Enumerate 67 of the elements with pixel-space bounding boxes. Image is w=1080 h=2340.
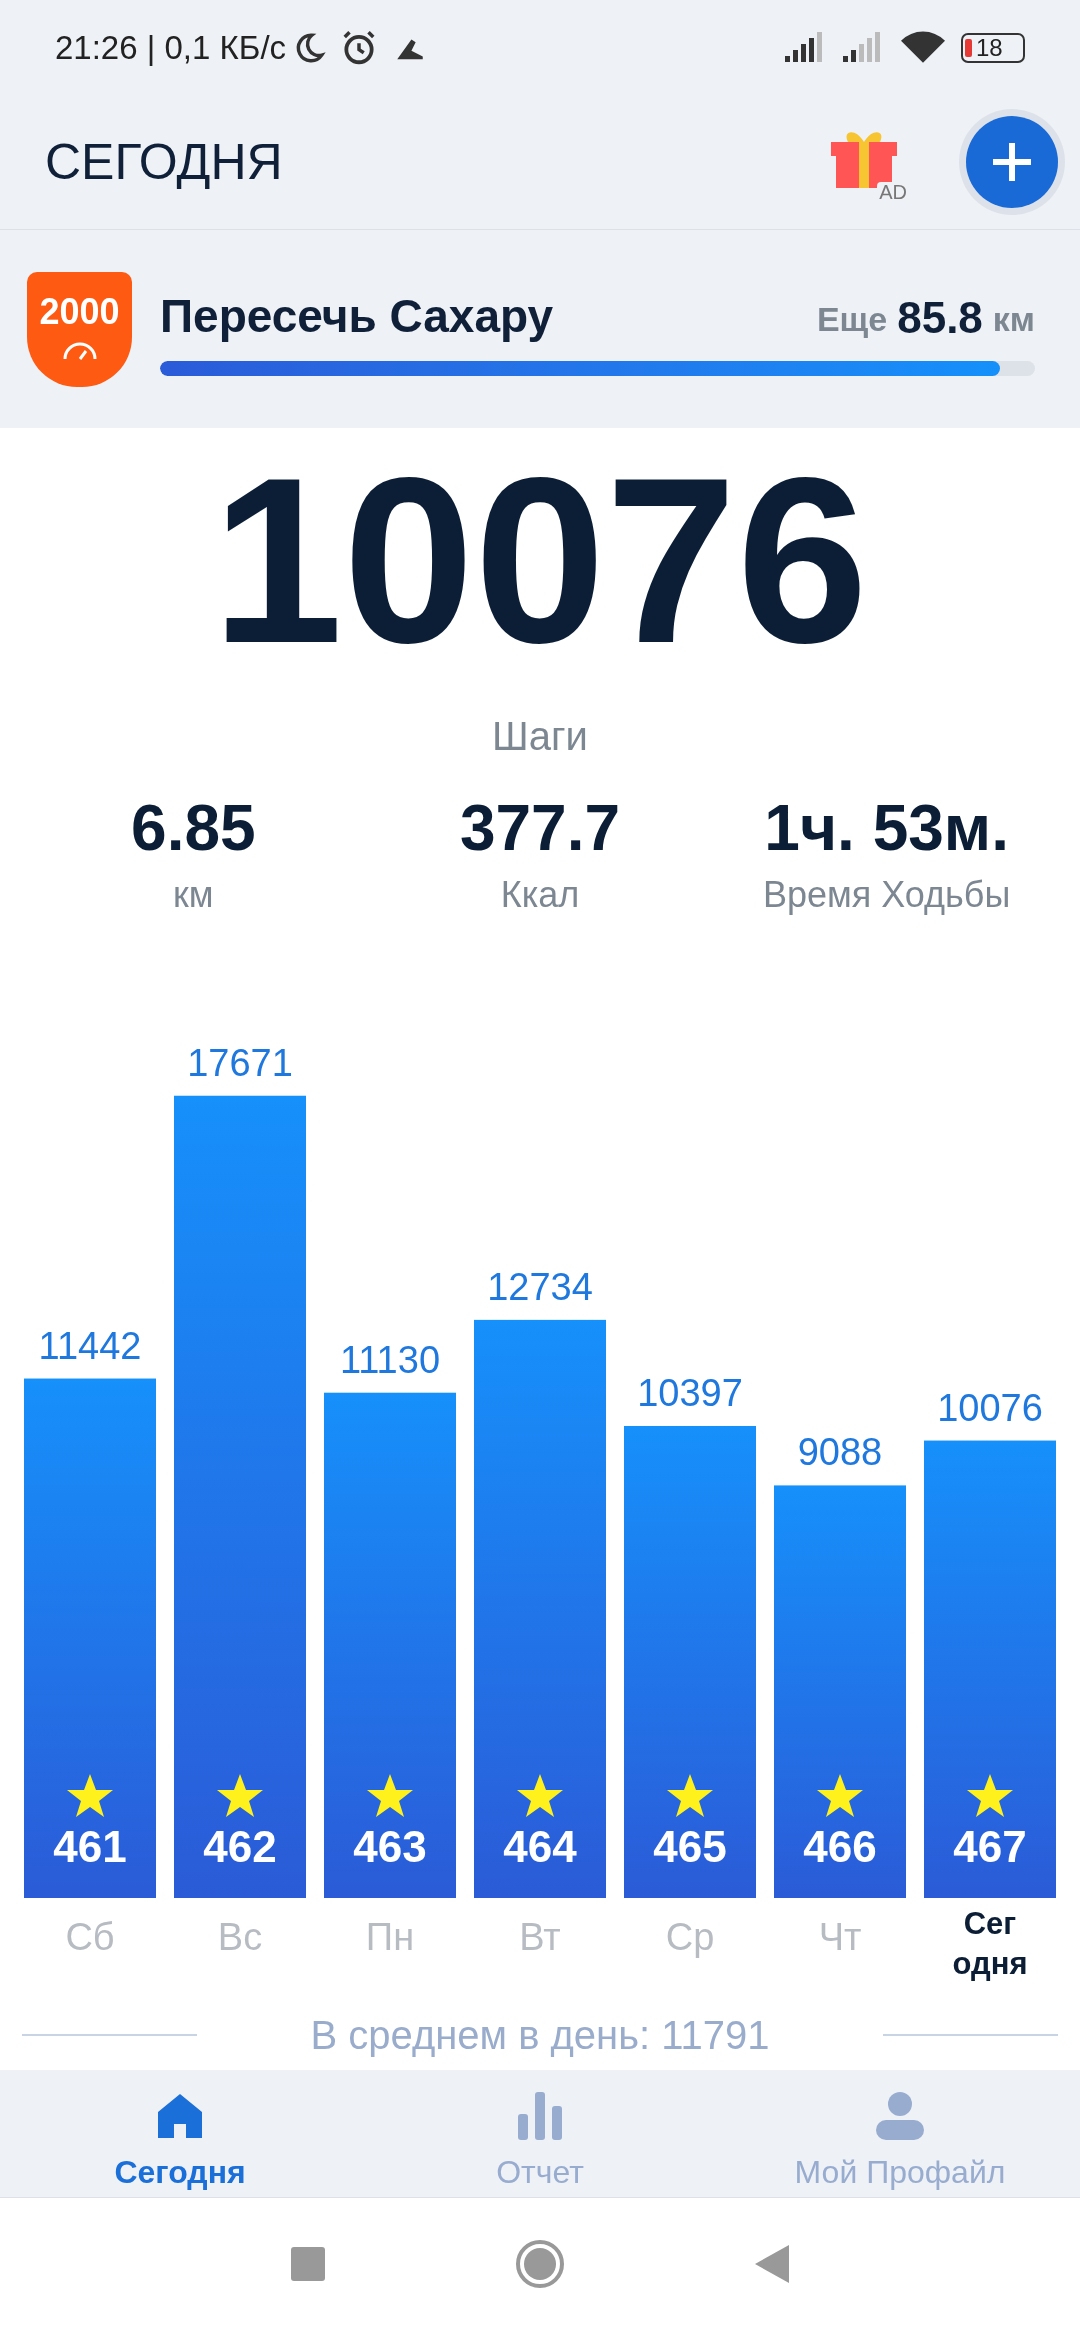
battery-low-fill xyxy=(965,38,972,57)
home-button[interactable] xyxy=(515,2239,565,2289)
star-icon xyxy=(667,1774,713,1817)
stat-value: 1ч. 53м. xyxy=(764,791,1009,866)
remaining-label: Еще xyxy=(816,299,888,340)
stat-value: 6.85 xyxy=(131,791,256,866)
stat-value: 377.7 xyxy=(459,791,621,866)
star-icon xyxy=(517,1774,563,1817)
nav-tab[interactable]: Сегодня xyxy=(0,2070,360,2197)
chart-bar[interactable] xyxy=(624,1426,756,1898)
gauge-icon xyxy=(61,341,98,360)
bar-value-label: 10397 xyxy=(637,1372,743,1414)
ad-label: AD xyxy=(877,182,909,202)
nav-tab[interactable]: Отчет xyxy=(360,2070,720,2197)
bar-value-label: 11130 xyxy=(340,1338,440,1381)
step-count: 10076 xyxy=(211,442,869,678)
star-icon xyxy=(67,1774,113,1817)
plus-icon xyxy=(991,141,1033,183)
wifi-icon xyxy=(901,30,945,65)
stat-label: км xyxy=(173,873,214,917)
day-label: Вс xyxy=(217,1916,263,1958)
challenge-card[interactable]: 2000 Пересечь Сахару Еще 85.8 км xyxy=(0,230,1080,428)
bar-badge-number: 462 xyxy=(203,1822,277,1871)
day-label: Вт xyxy=(519,1916,561,1958)
chart-bar[interactable] xyxy=(24,1378,156,1898)
bar-badge-number: 467 xyxy=(953,1822,1027,1871)
day-label: Пн xyxy=(365,1916,415,1958)
day-label: Ср xyxy=(665,1916,715,1958)
daily-average: В среднем в день: 11791 xyxy=(309,2012,771,2059)
page-title: СЕГОДНЯ xyxy=(45,132,283,192)
steps-label: Шаги xyxy=(492,713,588,760)
chart-bar[interactable] xyxy=(774,1485,906,1898)
bar-badge-number: 463 xyxy=(353,1822,427,1871)
chart-bar[interactable] xyxy=(324,1392,456,1898)
bar-badge-number: 465 xyxy=(653,1822,727,1871)
bar-value-label: 17671 xyxy=(187,1041,293,1084)
person-icon xyxy=(875,2092,925,2140)
chart-bar[interactable] xyxy=(924,1440,1056,1898)
star-icon xyxy=(817,1774,863,1817)
star-icon xyxy=(217,1774,263,1817)
bar-value-label: 11442 xyxy=(38,1324,142,1367)
star-icon xyxy=(367,1774,413,1817)
bar-badge-number: 464 xyxy=(503,1822,577,1871)
bar-value-label: 10076 xyxy=(937,1386,1043,1429)
day-label: Сб xyxy=(65,1916,115,1958)
stat-label: Ккал xyxy=(500,873,580,917)
home-icon xyxy=(156,2092,204,2140)
add-button[interactable] xyxy=(966,116,1058,208)
remaining-unit: км xyxy=(992,299,1035,340)
back-button[interactable] xyxy=(755,2245,789,2283)
gift-ad-button[interactable]: AD xyxy=(829,122,909,202)
bar-badge-number: 461 xyxy=(53,1822,127,1871)
bar-value-label: 12734 xyxy=(487,1265,593,1308)
day-label: Чт xyxy=(818,1916,862,1958)
challenge-title: Пересечь Сахару xyxy=(160,289,554,344)
bar-badge-number: 466 xyxy=(803,1822,877,1871)
chart-bar[interactable] xyxy=(474,1319,606,1898)
bar-value-label: 9088 xyxy=(797,1431,883,1474)
battery-level: 18 xyxy=(976,35,1003,60)
star-icon xyxy=(967,1774,1013,1817)
remaining-distance: 85.8 xyxy=(897,292,983,344)
nav-tab[interactable]: Мой Профайл xyxy=(720,2070,1080,2197)
badge-number: 2000 xyxy=(39,293,120,330)
bar-chart-icon xyxy=(516,2092,564,2140)
stat-label: Время Ходьбы xyxy=(762,873,1011,917)
status-time: 21:26 | 0,1 КБ/с xyxy=(55,27,287,68)
day-label: Сег одня xyxy=(952,1906,1028,1981)
